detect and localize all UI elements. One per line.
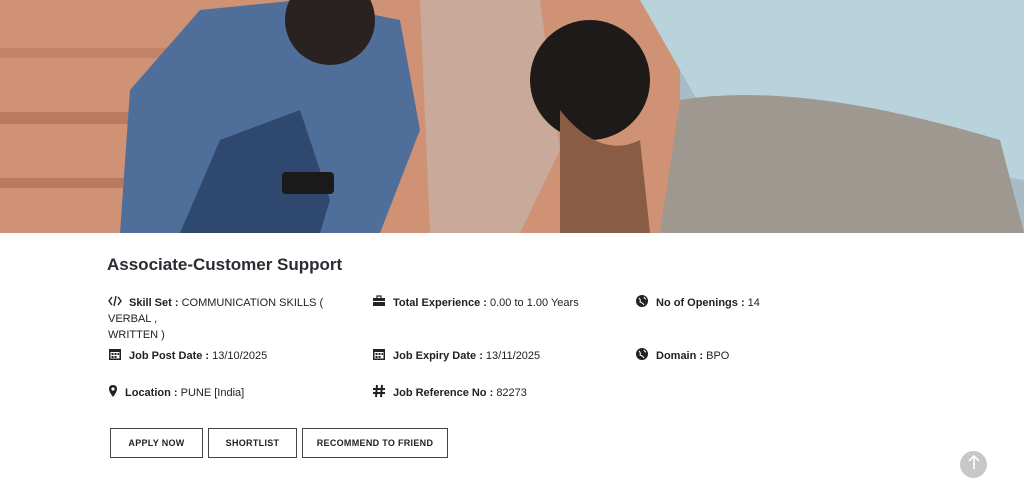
experience-field: Total Experience : 0.00 to 1.00 Years — [372, 294, 579, 311]
openings-value: 14 — [747, 297, 760, 309]
expiry-date-field: Job Expiry Date : 13/11/2025 — [372, 347, 540, 364]
globe-icon — [635, 347, 649, 361]
domain-label: Domain : — [656, 350, 704, 362]
briefcase-icon — [372, 294, 386, 308]
experience-value: 0.00 to 1.00 Years — [490, 297, 579, 309]
post-date-field: Job Post Date : 13/10/2025 — [108, 347, 267, 364]
openings-field: No of Openings : 14 — [635, 294, 760, 311]
apply-now-button[interactable]: APPLY NOW — [110, 428, 203, 458]
skill-set-label: Skill Set : — [129, 297, 179, 309]
map-pin-icon — [108, 384, 118, 398]
hero-banner-image — [0, 0, 1024, 233]
reference-value: 82273 — [496, 387, 527, 399]
hash-icon — [372, 384, 386, 398]
location-label: Location : — [125, 387, 178, 399]
post-date-label: Job Post Date : — [129, 350, 210, 362]
reference-field: Job Reference No : 82273 — [372, 384, 527, 401]
post-date-value: 13/10/2025 — [212, 350, 268, 362]
domain-field: Domain : BPO — [635, 347, 729, 364]
recommend-to-friend-button[interactable]: RECOMMEND TO FRIEND — [302, 428, 448, 458]
code-icon — [108, 294, 122, 308]
location-value: PUNE [India] — [180, 387, 245, 399]
location-field: Location : PUNE [India] — [108, 384, 244, 401]
calendar-icon — [108, 347, 122, 361]
shortlist-button[interactable]: SHORTLIST — [208, 428, 297, 458]
arrow-up-icon — [967, 454, 981, 475]
experience-label: Total Experience : — [393, 297, 487, 309]
scroll-to-top-button[interactable] — [960, 451, 987, 478]
job-title: Associate-Customer Support — [107, 255, 343, 274]
reference-label: Job Reference No : — [393, 387, 494, 399]
globe-icon — [635, 294, 649, 308]
openings-label: No of Openings : — [656, 297, 745, 309]
skill-set-value-cont: WRITTEN ) — [108, 329, 165, 341]
domain-value: BPO — [706, 350, 730, 362]
calendar-icon — [372, 347, 386, 361]
skill-set-field: Skill Set : COMMUNICATION SKILLS ( VERBA… — [108, 294, 368, 343]
expiry-date-value: 13/11/2025 — [485, 350, 541, 362]
expiry-date-label: Job Expiry Date : — [393, 350, 483, 362]
